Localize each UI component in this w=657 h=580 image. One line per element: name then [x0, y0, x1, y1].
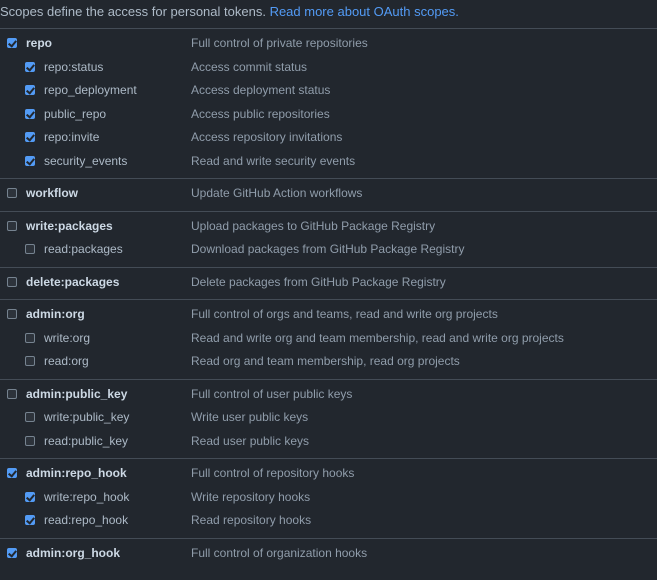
scope-name[interactable]: workflow: [26, 183, 78, 203]
scope-checkbox-repo[interactable]: [7, 38, 17, 48]
scope-group-delete-packages: delete:packages Delete packages from GitH…: [0, 266, 657, 300]
oauth-scopes-link[interactable]: Read more about OAuth scopes.: [270, 4, 459, 19]
scope-description: Access commit status: [191, 59, 308, 74]
scope-row-repo-deployment: repo_deployment Access deployment status: [0, 80, 657, 104]
scope-description: Full control of orgs and teams, read and…: [191, 307, 498, 321]
scope-row-write-public-key: write:public_key Write user public keys: [0, 407, 657, 431]
scope-row-public-repo: public_repo Access public repositories: [0, 104, 657, 128]
scope-checkbox-admin-org-hook[interactable]: [7, 547, 17, 558]
scope-group-admin-repo-hook: admin:repo_hook Full control of repositor…: [0, 458, 657, 538]
scope-name[interactable]: admin:public_key: [26, 384, 127, 404]
scope-row-read-repo-hook: read:repo_hook Read repository hooks: [0, 510, 657, 534]
scope-checkbox-repo-status[interactable]: [25, 61, 35, 72]
scope-description: Read and write security events: [191, 153, 356, 168]
scope-checkbox-read-org[interactable]: [25, 356, 35, 366]
scope-checkbox-repo-invite[interactable]: [25, 132, 35, 142]
scope-group-admin-org-hook: admin:org_hook Full control of organizati…: [0, 537, 657, 571]
scopes-intro-text: Scopes define the access for personal to…: [0, 4, 266, 19]
scope-description: Full control of user public keys: [191, 386, 353, 401]
scope-name[interactable]: admin:org_hook: [26, 543, 120, 563]
scope-name[interactable]: write:repo_hook: [44, 487, 129, 507]
scope-name[interactable]: public_repo: [44, 104, 106, 124]
scope-row-write-repo-hook: write:repo_hook Write repository hooks: [0, 487, 657, 511]
scope-group-repo: repo Full control of private repositories…: [0, 28, 657, 178]
scope-description: Write user public keys: [191, 410, 309, 424]
scope-name[interactable]: write:public_key: [44, 407, 129, 427]
scope-row-repo: repo Full control of private repositories: [0, 33, 657, 57]
scope-description: Full control of repository hooks: [191, 466, 355, 480]
scope-name[interactable]: repo: [26, 33, 52, 53]
scope-name[interactable]: write:packages: [26, 216, 113, 236]
scope-description: Read and write org and team membership, …: [191, 330, 564, 345]
scope-row-admin-org: admin:org Full control of orgs and teams,…: [0, 304, 657, 328]
scope-checkbox-workflow[interactable]: [7, 188, 17, 198]
scope-row-admin-org-hook: admin:org_hook Full control of organizati…: [0, 543, 657, 567]
scope-row-read-org: read:org Read org and team membership, re…: [0, 351, 657, 375]
scope-checkbox-write-packages[interactable]: [7, 220, 17, 231]
scope-group-admin-org: admin:org Full control of orgs and teams,…: [0, 299, 657, 379]
scope-checkbox-write-public-key[interactable]: [25, 412, 35, 422]
scope-row-repo-invite: repo:invite Access repository invitations: [0, 127, 657, 151]
scope-name[interactable]: read:org: [44, 351, 89, 371]
scope-description: Delete packages from GitHub Package Regi…: [191, 274, 446, 289]
scope-name[interactable]: repo:invite: [44, 127, 99, 147]
scope-group-admin-public-key: admin:public_key Full control of user pub…: [0, 378, 657, 459]
scope-description: Full control of organization hooks: [191, 545, 368, 560]
scope-name[interactable]: delete:packages: [26, 272, 119, 292]
scope-description: Access deployment status: [191, 83, 331, 97]
scope-row-write-packages: write:packages Upload packages to GitHub …: [0, 216, 657, 240]
scope-checkbox-write-org[interactable]: [25, 332, 35, 343]
scope-description: Read repository hooks: [191, 513, 312, 527]
scope-row-delete-packages: delete:packages Delete packages from GitH…: [0, 272, 657, 296]
scope-name[interactable]: read:repo_hook: [44, 510, 128, 530]
scope-row-write-org: write:org Read and write org and team mem…: [0, 328, 657, 352]
scope-row-repo-status: repo:status Access commit status: [0, 57, 657, 81]
scope-name[interactable]: read:packages: [44, 239, 123, 259]
scope-row-admin-repo-hook: admin:repo_hook Full control of repositor…: [0, 463, 657, 487]
scope-checkbox-delete-packages[interactable]: [7, 276, 17, 287]
scope-description: Access public repositories: [191, 106, 330, 121]
scopes-intro: Scopes define the access for personal to…: [0, 3, 459, 21]
scope-description: Upload packages to GitHub Package Regist…: [191, 218, 436, 233]
scope-description: Access repository invitations: [191, 130, 343, 144]
scope-name[interactable]: repo:status: [44, 57, 103, 77]
scope-name[interactable]: admin:org: [26, 304, 85, 324]
scope-row-read-public-key: read:public_key Read user public keys: [0, 431, 657, 455]
scope-checkbox-admin-repo-hook[interactable]: [7, 468, 17, 478]
scope-checkbox-write-repo-hook[interactable]: [25, 491, 35, 502]
scope-name[interactable]: write:org: [44, 328, 90, 348]
scope-description: Read user public keys: [191, 433, 310, 448]
scope-group-workflow: workflow Update GitHub Action workflows: [0, 178, 657, 211]
scope-checkbox-admin-public-key[interactable]: [7, 388, 17, 399]
scopes-list: repo Full control of private repositories…: [0, 28, 657, 570]
scope-row-read-packages: read:packages Download packages from GitH…: [0, 239, 657, 263]
scope-checkbox-admin-org[interactable]: [7, 309, 17, 319]
scope-checkbox-public-repo[interactable]: [25, 108, 35, 119]
scope-description: Full control of private repositories: [191, 36, 368, 50]
scope-checkbox-read-packages[interactable]: [25, 244, 35, 254]
scope-name[interactable]: read:public_key: [44, 431, 128, 451]
scope-name[interactable]: admin:repo_hook: [26, 463, 127, 483]
scope-checkbox-read-repo-hook[interactable]: [25, 515, 35, 525]
scope-description: Write repository hooks: [191, 489, 311, 504]
scope-row-security-events: security_events Read and write security e…: [0, 151, 657, 175]
scope-checkbox-read-public-key[interactable]: [25, 435, 35, 446]
scope-checkbox-security-events[interactable]: [25, 155, 35, 166]
scope-name[interactable]: security_events: [44, 151, 127, 171]
scope-description: Download packages from GitHub Package Re…: [191, 242, 465, 256]
scope-row-admin-public-key: admin:public_key Full control of user pub…: [0, 384, 657, 408]
scope-row-workflow: workflow Update GitHub Action workflows: [0, 183, 657, 207]
scope-name[interactable]: repo_deployment: [44, 80, 137, 100]
scope-group-write-packages: write:packages Upload packages to GitHub …: [0, 210, 657, 267]
scope-checkbox-repo-deployment[interactable]: [25, 85, 35, 95]
scope-description: Update GitHub Action workflows: [191, 186, 363, 200]
scope-description: Read org and team membership, read org p…: [191, 354, 460, 368]
